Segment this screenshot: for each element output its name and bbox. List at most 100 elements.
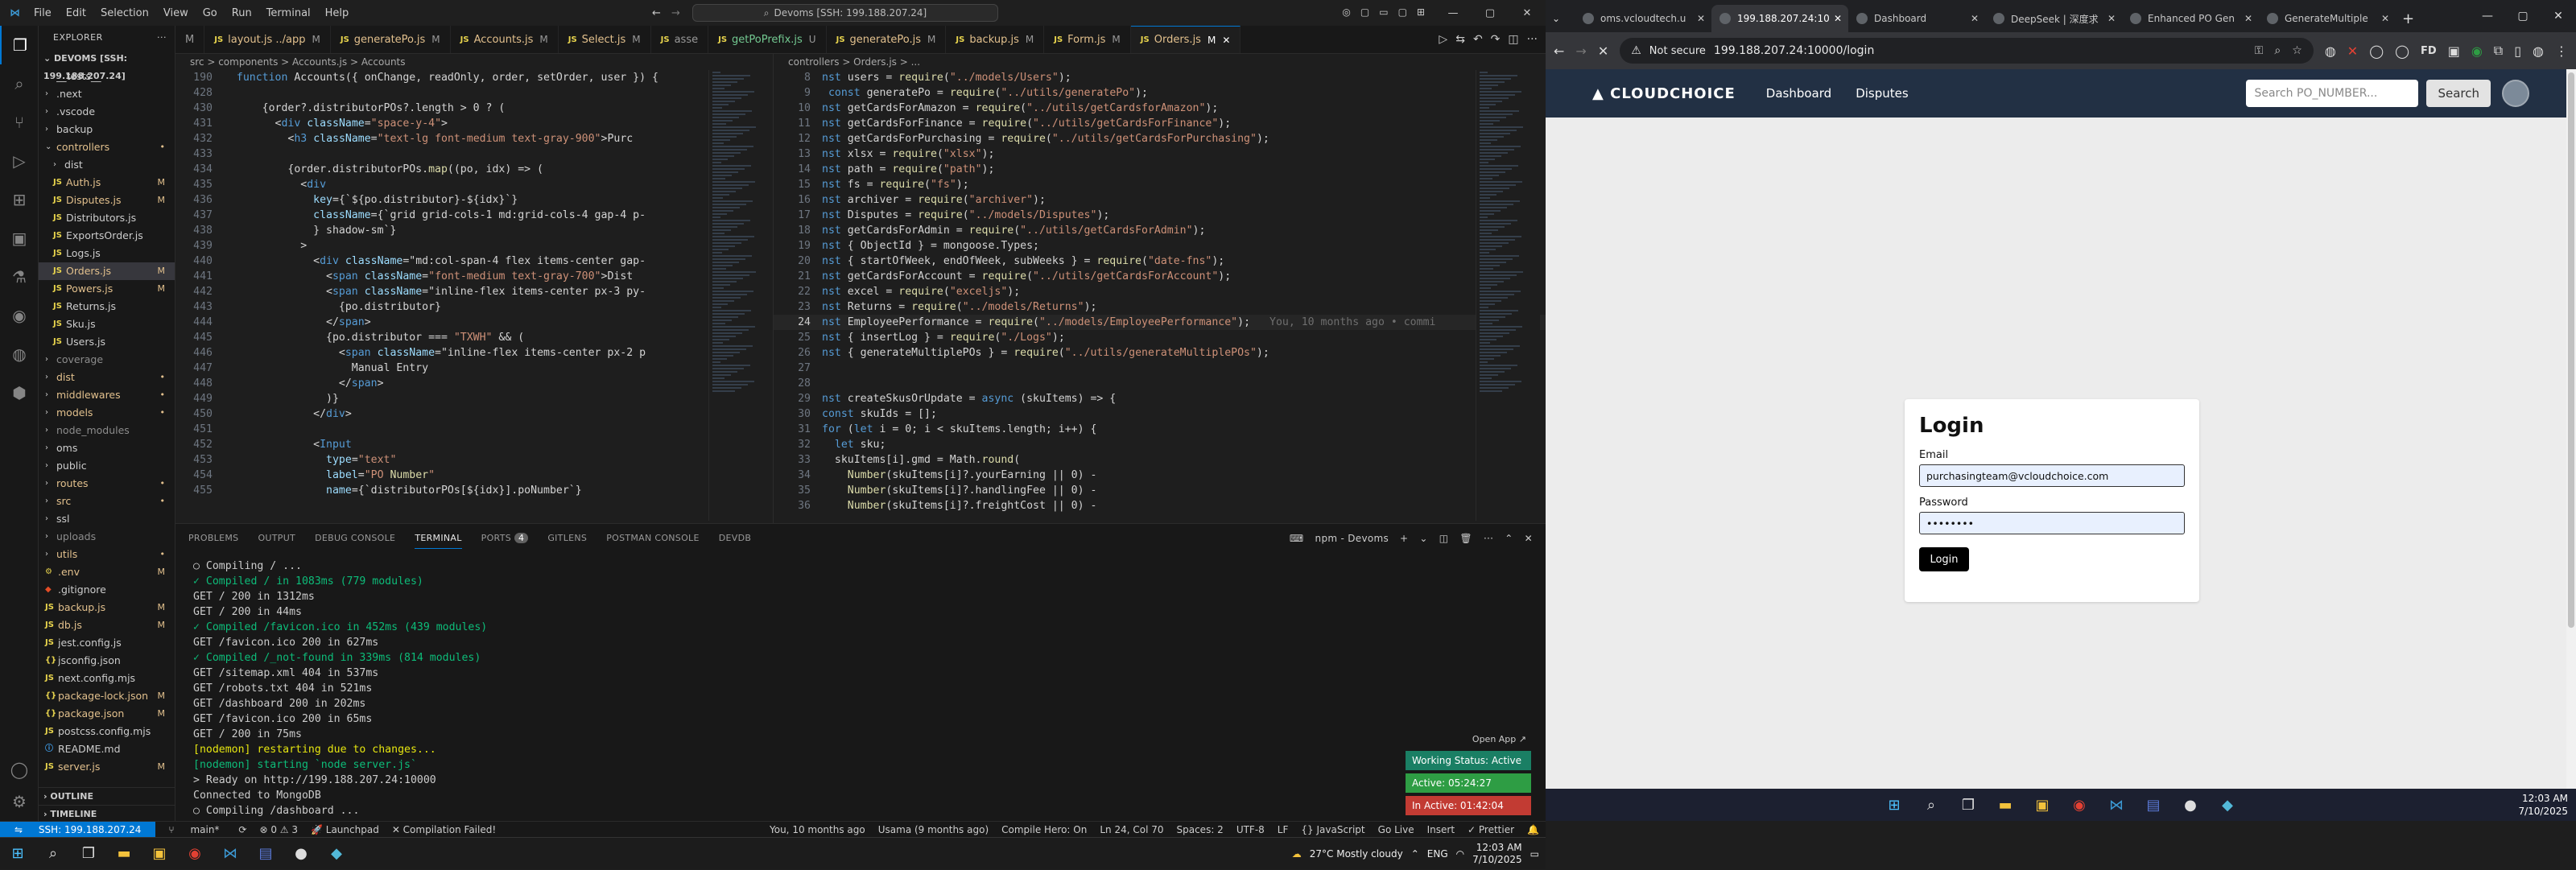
folder-item[interactable]: › .vscode — [39, 103, 175, 121]
app-icon[interactable]: ▤ — [248, 838, 283, 870]
folder-item[interactable]: › utils • — [39, 546, 175, 563]
go-forward-icon[interactable]: ↷ — [1491, 33, 1501, 46]
code-line[interactable]: 23 nst Returns = require("../models/Retur… — [774, 299, 1546, 315]
code-line[interactable]: 19 nst { ObjectId } = mongoose.Types; — [774, 238, 1546, 254]
windows-start-icon[interactable]: ⊞ — [0, 838, 35, 870]
editor-tab[interactable]: JS Form.js M — [1044, 26, 1131, 53]
file-item[interactable]: JS Distributors.js — [39, 209, 175, 227]
editor-tab[interactable]: JS Select.js M — [559, 26, 651, 53]
menu-help[interactable]: Help — [318, 7, 357, 19]
new-terminal-icon[interactable]: + — [1400, 533, 1408, 544]
go-back-icon[interactable]: ↶ — [1473, 33, 1483, 46]
code-line[interactable]: 29 nst createSkusOrUpdate = async (skuIte… — [774, 391, 1546, 406]
code-line[interactable]: 442 <span className="inline-flex items-c… — [175, 284, 771, 299]
maximize-icon[interactable]: ▢ — [1472, 0, 1509, 26]
problems-indicator[interactable]: ⊗ 0 ⚠ 3 — [253, 824, 304, 835]
close-icon[interactable]: ✕ — [2541, 10, 2576, 23]
folder-item[interactable]: › middlewares • — [39, 386, 175, 404]
browser-tab[interactable]: oms.vcloudtech.u ✕ — [1575, 5, 1711, 32]
maximize-icon[interactable]: ▢ — [2505, 10, 2541, 23]
new-tab-icon[interactable]: + — [2402, 5, 2414, 32]
code-line[interactable]: 441 <span className="font-medium text-gr… — [175, 269, 771, 284]
close-tab-icon[interactable]: ✕ — [2107, 13, 2116, 24]
remote-indicator[interactable]: ⇋ SSH: 199.188.207.24 — [0, 821, 156, 838]
close-icon[interactable]: ✕ — [1509, 0, 1546, 26]
insert-mode[interactable]: Insert — [1421, 824, 1461, 835]
compile-hero-indicator[interactable]: Compile Hero: On — [995, 824, 1093, 835]
code-line[interactable]: 446 <span className="inline-flex items-c… — [175, 345, 771, 361]
code-line[interactable]: 445 {po.distributor === "TXWH" && ( — [175, 330, 771, 345]
open-app-button[interactable]: Open App ↗ — [1406, 732, 1531, 746]
run-debug-icon[interactable]: ▷ — [0, 142, 39, 180]
vscode-taskbar-icon[interactable]: ⋈ — [213, 838, 248, 870]
panel-tab-output[interactable]: OUTPUT — [258, 533, 295, 543]
extensions-puzzle-icon[interactable]: ⧉ — [2494, 43, 2503, 59]
code-line[interactable]: 18 nst getCardsForAdmin = require("../uti… — [774, 223, 1546, 238]
file-item[interactable]: JS jest.config.js — [39, 634, 175, 652]
code-line[interactable]: 437 className={`grid grid-cols-1 md:grid… — [175, 208, 771, 223]
code-line[interactable]: 430 {order?.distributorPOs?.length > 0 ?… — [175, 101, 771, 116]
close-tab-icon[interactable]: ✕ — [1697, 13, 1705, 24]
code-line[interactable]: 21 nst getCardsForAccount = require("../u… — [774, 269, 1546, 284]
code-line[interactable]: 35 Number(skuItems[i]?.handlingFee || 0)… — [774, 483, 1546, 498]
close-tab-icon[interactable]: ✕ — [1971, 13, 1979, 24]
file-item[interactable]: {} package.json M — [39, 705, 175, 723]
code-line[interactable]: 448 </span> — [175, 376, 771, 391]
editor-tab[interactable]: JS generatePo.js M — [827, 26, 947, 53]
file-item[interactable]: JS postcss.config.mjs — [39, 723, 175, 740]
sidepanel-icon[interactable]: ▯ — [2514, 43, 2521, 59]
code-line[interactable]: 438 } shadow-sm`} — [175, 223, 771, 238]
not-secure-label[interactable]: Not secure — [1649, 45, 1706, 57]
code-line[interactable]: 447 Manual Entry — [175, 361, 771, 376]
po-search-input[interactable]: Search PO_NUMBER... — [2246, 80, 2419, 107]
code-line[interactable]: 431 <div className="space-y-4"> — [175, 116, 771, 131]
password-field[interactable]: •••••••• — [1919, 512, 2185, 534]
explorer-icon[interactable]: ❐ — [0, 26, 39, 64]
editor-tab[interactable]: JS getPoPrefix.js U — [708, 26, 827, 53]
editor-tab[interactable]: JS Accounts.js M — [451, 26, 559, 53]
zoom-icon[interactable]: ⌕ — [2274, 44, 2281, 57]
task-view-icon[interactable]: ❐ — [1951, 789, 1986, 821]
file-item[interactable]: JS Disputes.js M — [39, 192, 175, 209]
file-item[interactable]: JS backup.js M — [39, 599, 175, 616]
indentation-indicator[interactable]: Spaces: 2 — [1170, 824, 1230, 835]
notifications-bell-icon[interactable]: 🔔 — [1521, 824, 1546, 835]
code-line[interactable]: 28 — [774, 376, 1546, 391]
code-line[interactable]: 31 for (let i = 0; i < skuItems.length; i… — [774, 422, 1546, 437]
trash-icon[interactable]: 🗑 — [1459, 533, 1472, 544]
close-tab-icon[interactable]: ✕ — [1834, 13, 1842, 24]
code-line[interactable]: 440 <div className="md:col-span-4 flex i… — [175, 254, 771, 269]
code-line[interactable]: 15 nst fs = require("fs"); — [774, 177, 1546, 192]
back-arrow-icon[interactable]: ← — [652, 7, 661, 19]
file-item[interactable]: ◆ .gitignore — [39, 581, 175, 599]
editor-pane-right[interactable]: controllers > Orders.js > ... 8 nst users… — [773, 54, 1546, 523]
email-field[interactable]: purchasingteam@vcloudchoice.com — [1919, 464, 2185, 487]
menu-kebab-icon[interactable]: ⋮ — [2555, 43, 2568, 59]
code-line[interactable]: 434 {order.distributorPOs.map((po, idx) … — [175, 162, 771, 177]
timeline-section[interactable]: › TIMELINE — [39, 805, 175, 821]
tab-search-icon[interactable]: ⌄ — [1552, 5, 1575, 32]
split-terminal-icon[interactable]: ◫ — [1439, 533, 1449, 544]
author-indicator[interactable]: Usama (9 months ago) — [872, 824, 995, 835]
clock[interactable]: 12:03 AM 7/10/2025 — [2518, 792, 2568, 818]
code-line[interactable]: 34 Number(skuItems[i]?.yourEarning || 0)… — [774, 468, 1546, 483]
postman-icon[interactable]: ◍ — [0, 335, 39, 373]
file-item[interactable]: JS ExportsOrder.js — [39, 227, 175, 245]
browser-tab[interactable]: DeepSeek | 深度求 ✕ — [1985, 5, 2122, 32]
breadcrumb[interactable]: controllers > Orders.js > ... — [774, 54, 1546, 70]
menu-selection[interactable]: Selection — [93, 7, 156, 19]
code-line[interactable]: 444 </span> — [175, 315, 771, 330]
terminal-output[interactable]: ○ Compiling / ... ✓ Compiled / in 1083ms … — [175, 552, 1546, 834]
code-line[interactable]: 190 function Accounts({ onChange, readOn… — [175, 70, 771, 85]
tray-chevron-icon[interactable]: ⌃ — [1411, 848, 1419, 860]
cursor-position[interactable]: Ln 24, Col 70 — [1093, 824, 1170, 835]
folder-item[interactable]: › ssl — [39, 510, 175, 528]
vscode-taskbar-icon[interactable]: ⋈ — [2099, 789, 2134, 821]
folder-item[interactable]: › uploads — [39, 528, 175, 546]
file-item[interactable]: JS Returns.js — [39, 298, 175, 315]
code-line[interactable]: 26 nst { generateMultiplePOs } = require(… — [774, 345, 1546, 361]
task-view-icon[interactable]: ❐ — [71, 838, 106, 870]
browser-tab[interactable]: Dashboard ✕ — [1848, 5, 1985, 32]
toggle-sidebar-icon[interactable]: ▢ — [1360, 6, 1369, 18]
panel-tab-postman-console[interactable]: POSTMAN CONSOLE — [606, 533, 700, 543]
